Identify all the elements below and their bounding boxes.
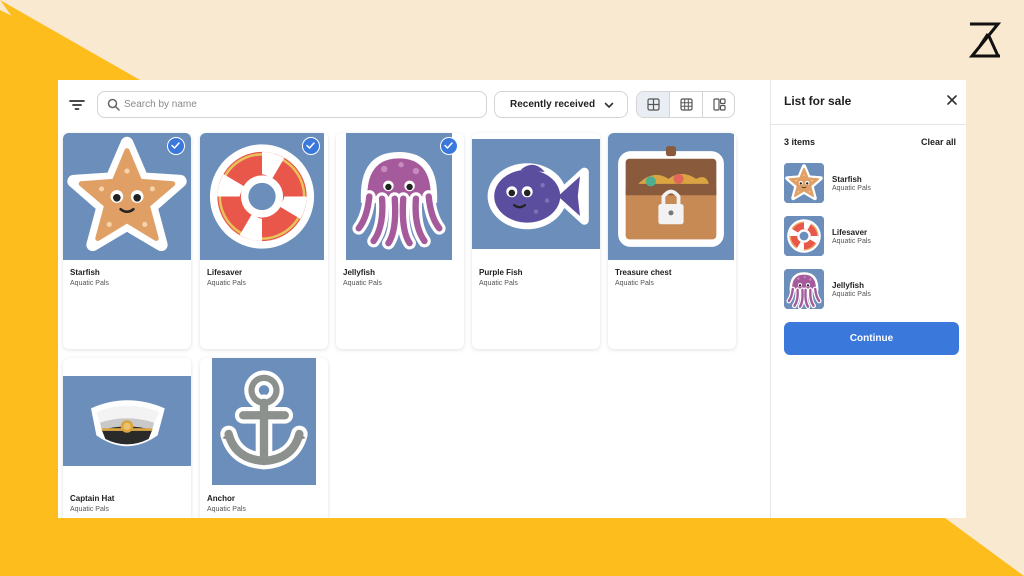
checkmark-icon xyxy=(171,142,180,149)
continue-button[interactable]: Continue xyxy=(784,322,959,355)
item-subtitle: Aquatic Pals xyxy=(70,280,109,287)
anchor-icon xyxy=(212,369,316,474)
layout-mixed-icon xyxy=(713,98,726,111)
view-toggle-group xyxy=(636,91,735,118)
item-title: Anchor xyxy=(207,494,235,503)
selected-item[interactable]: Lifesaver Aquatic Pals xyxy=(784,216,954,256)
search-icon xyxy=(107,98,120,111)
item-card-captain-hat[interactable]: Captain Hat Aquatic Pals xyxy=(63,358,191,518)
purple-fish-icon xyxy=(481,139,591,249)
checkmark-icon xyxy=(306,142,315,149)
item-card-purple-fish[interactable]: Purple Fish Aquatic Pals xyxy=(472,133,600,349)
item-subtitle: Aquatic Pals xyxy=(343,280,382,287)
item-card-anchor[interactable]: Anchor Aquatic Pals xyxy=(200,358,328,518)
grid-small-icon xyxy=(680,98,693,111)
search-input[interactable] xyxy=(124,94,474,115)
item-title: Starfish xyxy=(70,268,100,277)
item-card-starfish[interactable]: Starfish Aquatic Pals xyxy=(63,133,191,349)
item-thumbnail xyxy=(63,376,191,466)
selected-item[interactable]: Starfish Aquatic Pals xyxy=(784,163,954,203)
starfish-icon xyxy=(784,163,824,203)
selected-item-title: Starfish xyxy=(832,175,862,184)
item-title: Lifesaver xyxy=(207,268,243,277)
item-title: Purple Fish xyxy=(479,268,523,277)
captain-hat-icon xyxy=(82,376,172,466)
filter-icon[interactable] xyxy=(68,96,86,114)
item-title: Captain Hat xyxy=(70,494,115,503)
item-subtitle: Aquatic Pals xyxy=(70,506,109,513)
selected-check-badge[interactable] xyxy=(440,137,458,155)
selected-count: 3 items xyxy=(784,137,816,147)
item-thumbnail xyxy=(346,133,452,260)
selected-item-subtitle: Aquatic Pals xyxy=(832,185,871,192)
inventory-main: Recently received xyxy=(58,80,770,518)
item-card-lifesaver[interactable]: Lifesaver Aquatic Pals xyxy=(200,133,328,349)
item-subtitle: Aquatic Pals xyxy=(615,280,654,287)
sort-label: Recently received xyxy=(510,99,596,110)
jellyfish-icon xyxy=(346,143,452,250)
item-thumbnail xyxy=(472,139,600,249)
jellyfish-icon xyxy=(784,269,824,309)
item-subtitle: Aquatic Pals xyxy=(479,280,518,287)
item-title: Treasure chest xyxy=(615,268,672,277)
selected-check-badge[interactable] xyxy=(167,137,185,155)
brand-logo xyxy=(968,22,1002,58)
inventory-panel: Recently received xyxy=(58,80,966,518)
checkmark-icon xyxy=(444,142,453,149)
chevron-down-icon xyxy=(604,102,614,108)
selected-item-thumbnail xyxy=(784,216,824,256)
item-subtitle: Aquatic Pals xyxy=(207,280,246,287)
search-input-wrapper[interactable] xyxy=(97,91,487,118)
item-thumbnail xyxy=(608,133,734,260)
selected-item-subtitle: Aquatic Pals xyxy=(832,291,871,298)
selected-check-badge[interactable] xyxy=(302,137,320,155)
sort-dropdown[interactable]: Recently received xyxy=(494,91,628,118)
item-thumbnail xyxy=(212,358,316,485)
item-title: Jellyfish xyxy=(343,268,376,277)
view-layout-mixed-button[interactable] xyxy=(701,92,734,117)
view-grid-small-button[interactable] xyxy=(669,92,701,117)
selected-item-thumbnail xyxy=(784,269,824,309)
grid-large-icon xyxy=(647,98,660,111)
clear-all-button[interactable]: Clear all xyxy=(921,137,956,147)
view-grid-large-button[interactable] xyxy=(637,92,670,117)
selected-item[interactable]: Jellyfish Aquatic Pals xyxy=(784,269,954,309)
item-subtitle: Aquatic Pals xyxy=(207,506,246,513)
selected-item-title: Lifesaver xyxy=(832,228,868,237)
lifesaver-icon xyxy=(784,216,824,256)
treasure-chest-icon xyxy=(608,133,734,260)
divider xyxy=(771,124,966,125)
selected-item-title: Jellyfish xyxy=(832,281,865,290)
item-card-jellyfish[interactable]: Jellyfish Aquatic Pals xyxy=(336,133,464,349)
sidebar-title: List for sale xyxy=(784,94,852,108)
item-card-treasure-chest[interactable]: Treasure chest Aquatic Pals xyxy=(608,133,736,349)
selected-item-subtitle: Aquatic Pals xyxy=(832,238,871,245)
selected-item-thumbnail xyxy=(784,163,824,203)
list-for-sale-sidebar: List for sale 3 items Clear all Starfish… xyxy=(770,80,966,518)
close-icon[interactable] xyxy=(947,95,957,105)
